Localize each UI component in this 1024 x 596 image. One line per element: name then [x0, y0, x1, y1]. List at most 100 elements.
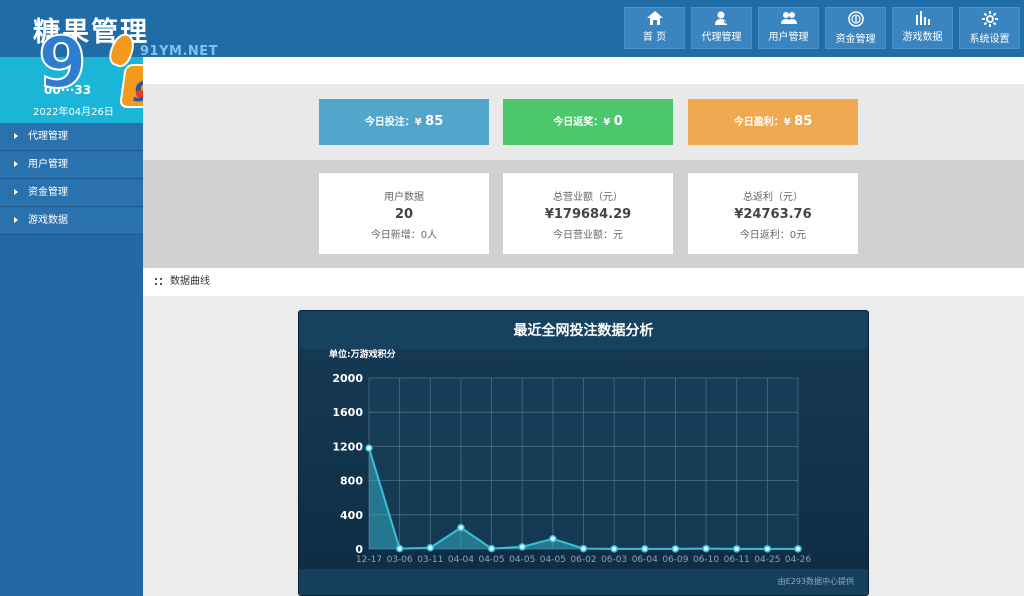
- user-name: 00···33: [44, 83, 92, 97]
- today-profit-label: 今日盈利：¥: [733, 117, 791, 128]
- chart-unit: 单位:万游戏积分: [329, 350, 396, 360]
- today-profit-card: 今日盈利：¥ 85: [688, 99, 858, 145]
- sidebar: 00···33 2022年04月26日 代理管理 用户管理 资金管理 游戏数据: [0, 57, 143, 596]
- home-icon: [625, 11, 684, 25]
- data-point: [702, 544, 710, 553]
- data-point: [518, 543, 526, 551]
- data-point: [641, 545, 649, 553]
- sidebar-item-funds[interactable]: 资金管理: [0, 179, 143, 207]
- nav-label: 游戏数据: [902, 32, 943, 43]
- today-rebate-label: 今日返奖：¥: [553, 117, 611, 128]
- sidebar-item-label: 游戏数据: [28, 215, 68, 226]
- nav-home-button[interactable]: 首 页: [624, 7, 685, 49]
- data-point: [732, 545, 741, 553]
- today-profit-value: 85: [794, 114, 813, 129]
- data-point: [794, 545, 802, 553]
- data-point: [763, 545, 772, 553]
- user-panel: 00···33 2022年04月26日: [0, 57, 143, 123]
- users-icon: [759, 11, 818, 25]
- caret-right-icon: [14, 217, 18, 223]
- stat-card-rebate: 总返利（元） ¥24763.76 今日返利：0元: [688, 173, 858, 254]
- sidebar-item-agent[interactable]: 代理管理: [0, 123, 143, 151]
- x-tick-label: 04-26: [785, 555, 811, 565]
- x-tick-label: 12-17: [356, 555, 382, 565]
- x-tick-label: 06-10: [693, 555, 719, 565]
- stats-row: 用户数据 20 今日新增：0人 总营业额（元） ¥179684.29 今日营业额…: [143, 160, 1024, 268]
- nav-users-button[interactable]: 用户管理: [758, 7, 819, 49]
- stat-value: ¥24763.76: [734, 207, 812, 222]
- chart-panel: 最近全网投注数据分析 0 400 800 1200 1600 2000 12-17 03-06…: [298, 310, 869, 596]
- y-tick-label: 1200: [332, 440, 363, 453]
- top-nav: 首 页 代理管理 用户管理 资金管理 游戏数据 系统设置: [624, 7, 1020, 49]
- x-tick-label: 06-03: [601, 555, 627, 565]
- x-tick-label: 04-25: [754, 555, 780, 565]
- nav-agent-button[interactable]: 代理管理: [691, 7, 752, 49]
- sidebar-item-label: 用户管理: [28, 159, 68, 170]
- agent-icon: [692, 11, 751, 25]
- sidebar-item-game-data[interactable]: 游戏数据: [0, 207, 143, 235]
- stat-sub: 今日返利：0元: [739, 230, 807, 241]
- data-point: [457, 523, 465, 532]
- caret-right-icon: [14, 133, 18, 139]
- x-tick-label: 06-04: [632, 555, 658, 565]
- x-tick-label: 06-02: [570, 555, 596, 565]
- chart-footer: 由E293数据中心提供: [299, 569, 868, 595]
- today-rebate-card: 今日返奖：¥ 0: [503, 99, 673, 145]
- data-point: [487, 544, 496, 553]
- data-point: [395, 544, 404, 553]
- user-date: 2022年04月26日: [33, 107, 114, 118]
- section-title: 数据曲线: [170, 276, 210, 287]
- y-tick-label: 400: [340, 509, 363, 522]
- data-point: [426, 543, 435, 552]
- stat-value: ¥179684.29: [544, 207, 632, 222]
- content-top-strip: [143, 57, 1024, 84]
- x-tick-label: 04-05: [509, 555, 535, 565]
- y-tick-label: 2000: [332, 372, 363, 385]
- x-tick-label: 03-06: [387, 555, 413, 565]
- y-tick-label: 800: [340, 475, 363, 488]
- stat-card-users: 用户数据 20 今日新增：0人: [319, 173, 489, 254]
- stat-label: 用户数据: [384, 192, 424, 203]
- section-header: 数据曲线: [143, 268, 1024, 296]
- y-tick-label: 1600: [332, 406, 363, 419]
- stat-sub: 今日新增：0人: [370, 230, 438, 241]
- today-bet-value: 85: [425, 114, 444, 129]
- x-tick-label: 03-11: [417, 555, 443, 565]
- today-bet-label: 今日投注：¥: [364, 117, 422, 128]
- stat-value: 20: [394, 207, 414, 222]
- x-tick-label: 04-05: [478, 555, 504, 565]
- coin-icon: [826, 11, 885, 27]
- sidebar-item-users[interactable]: 用户管理: [0, 151, 143, 179]
- x-tick-label: 04-05: [540, 555, 566, 565]
- today-bet-card: 今日投注：¥ 85: [319, 99, 489, 145]
- nav-funds-button[interactable]: 资金管理: [825, 7, 886, 49]
- caret-right-icon: [14, 161, 18, 167]
- data-point: [610, 545, 618, 553]
- header-bar: 糖果管理 首 页 代理管理 用户管理 资金管理 游戏数据 系统设置: [0, 0, 1024, 57]
- caret-right-icon: [14, 189, 18, 195]
- gear-icon: [960, 11, 1019, 27]
- nav-settings-button[interactable]: 系统设置: [959, 7, 1020, 49]
- stat-label: 总营业额（元）: [553, 192, 623, 203]
- stat-sub: 今日营业额：元: [553, 230, 623, 241]
- data-point: [671, 545, 680, 553]
- x-tick-label: 06-11: [724, 555, 750, 565]
- nav-label: 代理管理: [701, 32, 742, 43]
- nav-game-data-button[interactable]: 游戏数据: [892, 7, 953, 49]
- today-summary: 今日投注：¥ 85 今日返奖：¥ 0 今日盈利：¥ 85: [143, 84, 1024, 160]
- today-rebate-value: 0: [613, 114, 623, 129]
- nav-label: 系统设置: [969, 34, 1010, 45]
- sidebar-item-label: 资金管理: [28, 187, 68, 198]
- bar-chart-icon: [893, 11, 952, 25]
- nav-label: 资金管理: [835, 34, 876, 45]
- data-point: [549, 534, 557, 543]
- stat-label: 总返利（元）: [743, 192, 803, 203]
- data-point: [365, 444, 373, 452]
- app-title: 糖果管理: [33, 17, 149, 48]
- data-point: [579, 544, 588, 553]
- nav-label: 用户管理: [768, 32, 809, 43]
- nav-label: 首 页: [642, 32, 667, 43]
- stat-card-turnover: 总营业额（元） ¥179684.29 今日营业额：元: [503, 173, 673, 254]
- grid-icon: [155, 277, 162, 285]
- sidebar-item-label: 代理管理: [28, 131, 68, 142]
